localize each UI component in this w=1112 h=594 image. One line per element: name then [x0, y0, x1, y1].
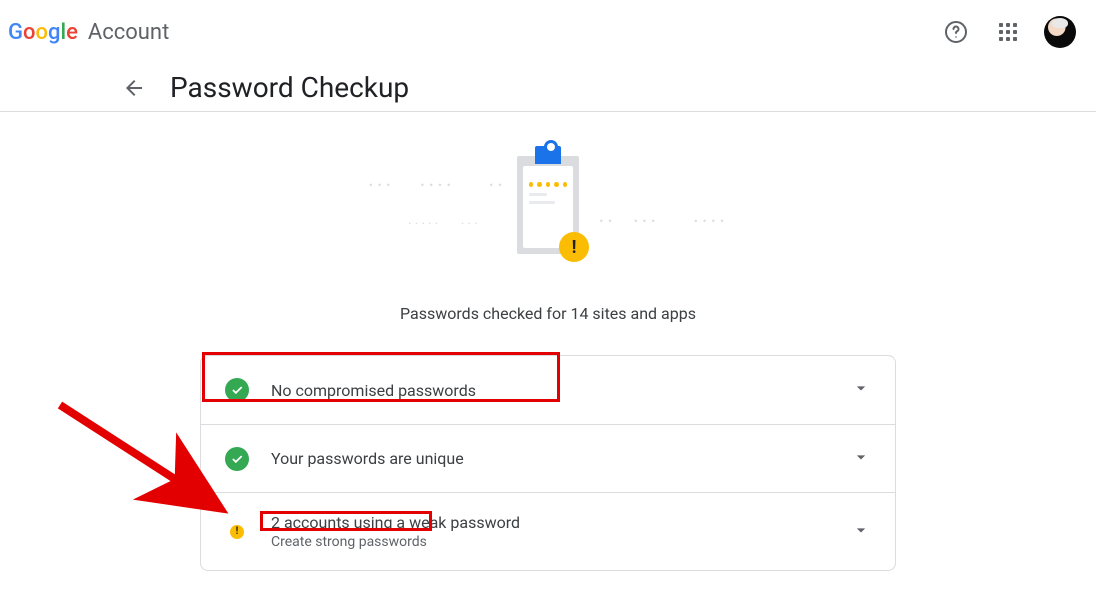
illustration: ··· ···· ·· ·· ··· ···· ····· ···: [388, 156, 708, 266]
result-item-compromised[interactable]: No compromised passwords: [201, 356, 895, 424]
back-button[interactable]: [122, 76, 146, 100]
item-subtitle: Create strong passwords: [271, 534, 829, 550]
chevron-down-icon: [851, 520, 871, 544]
page-scroll[interactable]: G o o g l e Account: [0, 0, 1096, 594]
apps-icon[interactable]: [988, 12, 1028, 52]
back-icon: [122, 76, 146, 100]
check-icon: [225, 447, 249, 471]
results-card: No compromised passwords Your passwords …: [200, 355, 896, 571]
item-title: 2 accounts using a weak password: [271, 513, 829, 532]
item-text: Your passwords are unique: [271, 449, 829, 468]
header-account-label: Account: [88, 20, 169, 45]
item-title: No compromised passwords: [271, 381, 829, 400]
app-header: G o o g l e Account: [0, 0, 1096, 64]
logo-letter: g: [48, 20, 60, 45]
chevron-down-icon: [851, 378, 871, 402]
google-logo: G o o g l e: [8, 20, 78, 45]
summary-text: Passwords checked for 14 sites and apps: [400, 304, 696, 323]
content-area: ··· ···· ·· ·· ··· ···· ····· ··· Passwo…: [0, 112, 1096, 571]
item-text: No compromised passwords: [271, 381, 829, 400]
chevron-down-icon: [851, 447, 871, 471]
title-bar: Password Checkup: [0, 64, 1096, 112]
help-icon[interactable]: [936, 12, 976, 52]
item-title: Your passwords are unique: [271, 449, 829, 468]
item-text: 2 accounts using a weak password Create …: [271, 513, 829, 550]
logo-letter: e: [66, 20, 78, 45]
clipboard-icon: [517, 156, 579, 254]
logo-letter: o: [23, 20, 35, 45]
warning-icon: [230, 525, 244, 539]
logo-letter: o: [35, 20, 47, 45]
header-actions: [936, 12, 1080, 52]
page-title: Password Checkup: [170, 71, 409, 104]
check-icon: [225, 378, 249, 402]
avatar-icon: [1044, 16, 1076, 48]
result-item-unique[interactable]: Your passwords are unique: [201, 424, 895, 492]
result-item-weak[interactable]: 2 accounts using a weak password Create …: [201, 492, 895, 570]
warning-badge-icon: [559, 232, 589, 262]
avatar-button[interactable]: [1040, 12, 1080, 52]
logo-area: G o o g l e Account: [8, 20, 169, 45]
logo-letter: G: [8, 20, 23, 45]
